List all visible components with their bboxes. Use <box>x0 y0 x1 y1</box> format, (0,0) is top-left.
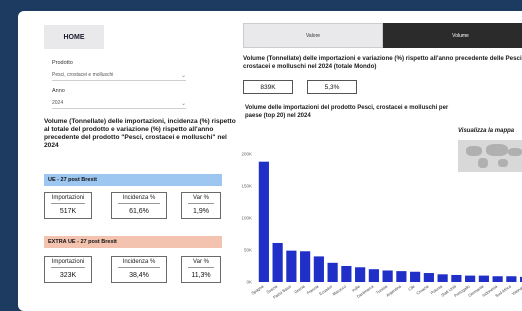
x-tick-label: Croazia <box>415 283 430 295</box>
report-page: HOME Prodotto Pesci, crostacei e mollusc… <box>18 11 522 311</box>
bar-argentina[interactable] <box>396 271 407 282</box>
y-tick-label: 100K <box>241 216 252 221</box>
x-tick-label: Sud Africa <box>494 283 512 298</box>
bar-sud-africa[interactable] <box>506 276 517 282</box>
x-tick-label: Ecuador <box>318 283 334 296</box>
y-tick-label: 200K <box>241 152 252 157</box>
bar-danimarca[interactable] <box>368 269 379 282</box>
x-tick-label: Spagna <box>250 283 265 295</box>
x-tick-label: Cile <box>407 283 416 291</box>
bar-francia[interactable] <box>313 256 324 282</box>
bar-germania[interactable] <box>478 275 489 282</box>
y-tick-label: 0K <box>246 280 252 285</box>
bar-svezia[interactable] <box>272 242 283 282</box>
x-tick-label: Argentina <box>385 283 403 297</box>
x-tick-label: Marocco <box>332 283 348 296</box>
x-tick-label: Grecia <box>293 283 306 294</box>
bar-portogallo[interactable] <box>465 275 476 282</box>
bar-indonesia[interactable] <box>492 276 503 282</box>
bar-polonia[interactable] <box>437 274 448 282</box>
bar-marocco[interactable] <box>341 266 352 282</box>
bar-tunisia[interactable] <box>382 270 393 282</box>
bar-stati-uniti[interactable] <box>451 274 462 282</box>
x-tick-label: Vietnam <box>511 283 522 296</box>
y-tick-label: 150K <box>241 184 252 189</box>
bar-cile[interactable] <box>410 271 421 282</box>
bar-paesi-bassi[interactable] <box>286 250 297 282</box>
bar-spagna[interactable] <box>258 161 269 282</box>
bar-india[interactable] <box>355 267 366 282</box>
bar-croazia[interactable] <box>423 273 434 282</box>
y-tick-label: 50K <box>244 248 252 253</box>
bar-ecuador[interactable] <box>327 262 338 282</box>
bar-grecia[interactable] <box>300 251 311 282</box>
bar-chart: 0K50K100K150K200KSpagna SveziaPaesi Bassi… <box>241 152 522 300</box>
